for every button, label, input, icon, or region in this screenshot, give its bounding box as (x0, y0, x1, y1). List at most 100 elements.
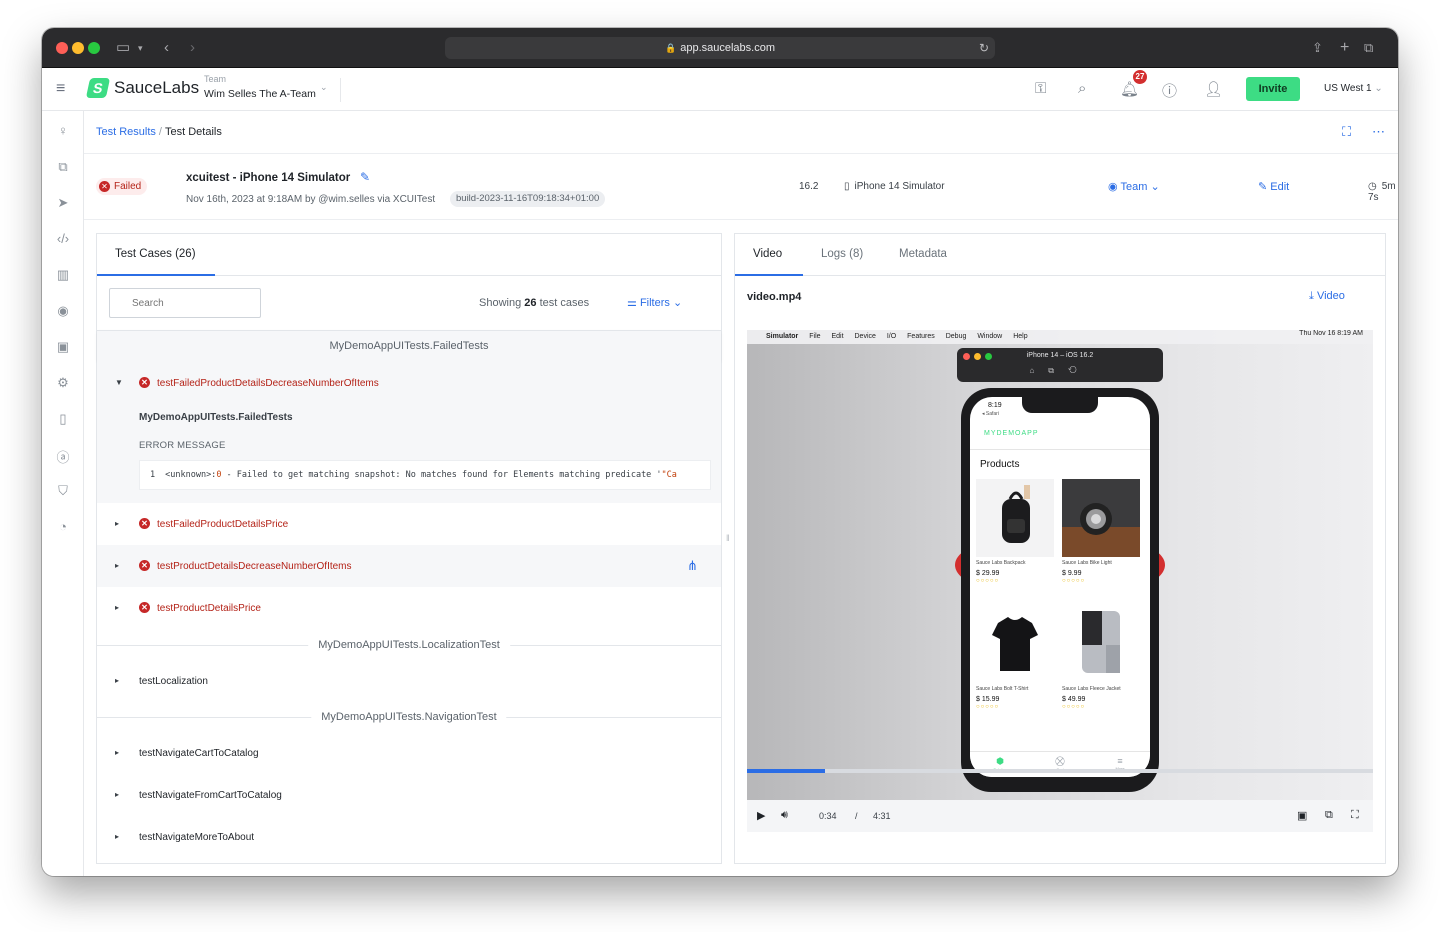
star-rating-icon: ○○○○○ (976, 704, 1000, 710)
nav-api-icon[interactable]: ⓐ (42, 447, 84, 466)
help-icon[interactable]: ⓘ (1162, 80, 1177, 101)
invite-button[interactable]: Invite (1246, 77, 1300, 101)
search-icon[interactable]: ⌕ (1078, 80, 1086, 97)
fullscreen-icon[interactable]: ⛶ (1351, 809, 1359, 822)
filters-button[interactable]: ⚌ Filters ⌄ (627, 296, 682, 309)
filter-icon: ⚌ (627, 297, 637, 309)
clock-icon: ◷ (1368, 181, 1377, 192)
test-case-name: testNavigateFromCartToCatalog (139, 790, 282, 801)
caret-right-icon[interactable]: ▸ (115, 832, 119, 841)
test-case-row[interactable]: ▼ ✕ testFailedProductDetailsDecreaseNumb… (97, 362, 721, 404)
video-progress-bar[interactable] (747, 769, 1373, 773)
caret-right-icon[interactable]: ▸ (115, 561, 119, 570)
app-header-divider (970, 449, 1150, 450)
volume-icon[interactable]: 🔊︎ (781, 809, 788, 822)
address-bar[interactable]: 🔒 app.saucelabs.com ↻ (445, 37, 995, 59)
group-header-navigation: MyDemoAppUITests.NavigationTest (97, 711, 721, 723)
test-case-row[interactable]: ▸ testNavigateMoreToAbout (97, 816, 721, 858)
caret-right-icon[interactable]: ▸ (115, 676, 119, 685)
test-case-row[interactable]: ▸ ✕ testFailedProductDetailsPrice (97, 503, 721, 545)
star-rating-icon: ○○○○○ (976, 578, 1000, 584)
chevron-down-icon: ⌄ (1150, 181, 1160, 193)
test-subtitle: Nov 16th, 2023 at 9:18AM by @wim.selles … (186, 194, 436, 205)
star-rating-icon: ○○○○○ (1062, 578, 1086, 584)
play-icon[interactable]: ▶ (757, 809, 765, 822)
browser-window: ▭ ▾ ‹ › 🔒 app.saucelabs.com ↻ ⇪ + ⧉ ≡ S S… (42, 28, 1398, 876)
breadcrumb-test-results[interactable]: Test Results (96, 126, 156, 138)
backpack-image (976, 479, 1054, 557)
active-tab-indicator (97, 274, 215, 276)
minimize-window-button[interactable] (72, 42, 84, 54)
new-tab-icon[interactable]: + (1340, 38, 1349, 58)
nav-app-management-icon[interactable]: ▣ (42, 339, 84, 355)
test-case-row[interactable]: ▸ ✕ testProductDetailsPrice (97, 587, 721, 629)
edit-button[interactable]: ✎ Edit (1258, 180, 1289, 193)
chevron-down-icon[interactable]: ▾ (138, 38, 143, 58)
nav-visual-icon[interactable]: ◉ (42, 303, 84, 319)
test-case-row[interactable]: ▸ testNavigateFromCartToCatalog (97, 774, 721, 816)
more-options-icon[interactable]: ⋯ (1372, 124, 1385, 140)
forward-icon[interactable]: › (190, 38, 195, 58)
download-video-button[interactable]: ⤓ Video (1309, 290, 1345, 303)
caret-right-icon[interactable]: ▸ (115, 748, 119, 757)
nav-automated-icon[interactable]: ➤ (42, 195, 84, 211)
sauce-logo-icon: S (85, 78, 111, 98)
phone-icon: ▯ (844, 181, 850, 192)
chevron-down-icon[interactable]: ⌄ (320, 82, 328, 93)
hamburger-menu-icon[interactable]: ≡ (56, 80, 65, 98)
picture-in-picture-icon[interactable]: ▣ (1297, 809, 1307, 822)
nav-insights-icon[interactable]: ▥ (42, 267, 84, 283)
test-cases-panel: Test Cases (26) ⌕ Showing 26 test cases … (96, 233, 722, 864)
saucelabs-logo[interactable]: S SauceLabs (85, 78, 199, 98)
showing-prefix: Showing (479, 297, 522, 309)
region-selector[interactable]: US West 1 ⌄ (1324, 83, 1383, 94)
user-icon[interactable]: 👤︎ (1204, 80, 1223, 98)
product-name: Sauce Labs Backpack (976, 560, 1026, 566)
open-external-icon[interactable]: ⧉ (1325, 809, 1333, 822)
nav-performance-icon[interactable]: ◔ (42, 519, 84, 534)
edit-title-icon[interactable]: ✎ (360, 170, 370, 184)
download-icon: ⤓ (1309, 290, 1314, 302)
nav-code-icon[interactable]: ‹/› (42, 231, 84, 246)
failed-icon: ✕ (139, 560, 150, 571)
maximize-window-button[interactable] (88, 42, 100, 54)
share-icon[interactable]: ⋔ (687, 558, 698, 574)
product-price: $ 9.99 (1062, 570, 1082, 577)
test-case-row[interactable]: ▸ testLocalization (97, 660, 721, 702)
test-case-row[interactable]: ▸ ✕ testProductDetailsDecreaseNumberOfIt… (97, 545, 721, 587)
caret-right-icon[interactable]: ▸ (115, 603, 119, 612)
nav-settings-icon[interactable]: ⚙ (42, 375, 84, 391)
sidebar-toggle-icon[interactable]: ▭ (116, 38, 130, 58)
tab-test-cases[interactable]: Test Cases (26) (115, 248, 196, 260)
video-frame[interactable]: Simulator File Edit Device I/O Features … (747, 330, 1373, 800)
nav-security-icon[interactable]: ⛉ (42, 483, 84, 499)
fullscreen-icon[interactable]: ⛶ (1342, 124, 1351, 140)
close-window-button[interactable] (56, 42, 68, 54)
back-icon[interactable]: ‹ (164, 38, 169, 58)
panel-resize-handle[interactable]: ‖ (726, 533, 730, 543)
tab-overview-icon[interactable]: ⧉ (1364, 38, 1373, 58)
showing-count: Showing 26 test cases (479, 297, 589, 309)
caret-right-icon[interactable]: ▸ (115, 519, 119, 528)
eye-icon: ◉ (1108, 181, 1118, 193)
search-input[interactable] (109, 288, 261, 318)
team-selector[interactable]: Team Wim Selles The A-Team (204, 74, 316, 100)
left-navigation: ♀ ⧉ ➤ ‹/› ▥ ◉ ▣ ⚙ ▯ ⓐ ⛉ ◔ (42, 111, 84, 876)
caret-right-icon[interactable]: ▸ (115, 790, 119, 799)
browser-toolbar: ▭ ▾ ‹ › 🔒 app.saucelabs.com ↻ ⇪ + ⧉ (42, 28, 1398, 68)
tab-metadata[interactable]: Metadata (899, 248, 947, 260)
nav-device-icon[interactable]: ▯ (42, 411, 84, 427)
nav-live-testing-icon[interactable]: ⧉ (42, 159, 84, 175)
key-icon[interactable]: ⚿ (1035, 80, 1046, 97)
build-chip[interactable]: build-2023-11-16T09:18:34+01:00 (450, 191, 606, 207)
share-icon[interactable]: ⇪ (1312, 38, 1323, 58)
test-case-row[interactable]: ▸ testNavigateCartToCatalog (97, 732, 721, 774)
caret-down-icon[interactable]: ▼ (115, 378, 123, 387)
test-cases-tabs: Test Cases (26) (97, 234, 721, 276)
breadcrumb-current: Test Details (164, 126, 222, 138)
tab-video[interactable]: Video (753, 248, 782, 260)
reload-icon[interactable]: ↻ (979, 37, 989, 59)
visibility-selector[interactable]: ◉ Team ⌄ (1108, 180, 1160, 193)
nav-lightbulb-icon[interactable]: ♀ (42, 123, 84, 138)
tab-logs[interactable]: Logs (8) (821, 248, 863, 260)
